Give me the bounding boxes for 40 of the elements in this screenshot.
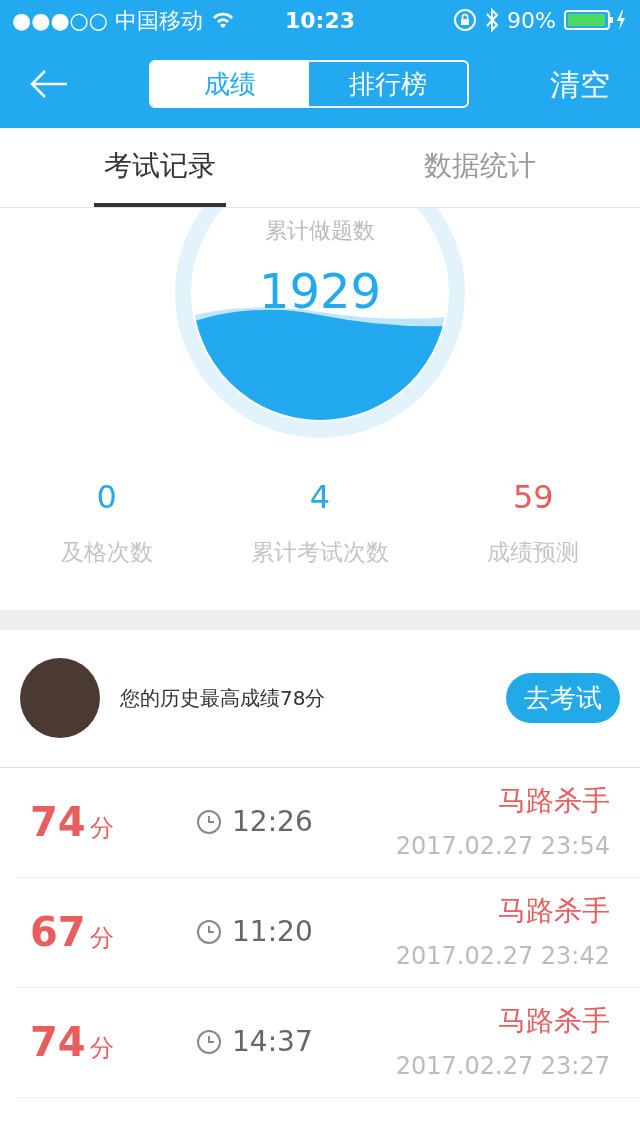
stat-value: 0 — [96, 477, 117, 518]
score-unit: 分 — [89, 813, 114, 844]
score-value: 67 — [30, 908, 86, 957]
carrier-text: ●●●○○ 中国移动 — [12, 6, 203, 35]
score-value: 74 — [30, 798, 86, 847]
duration-text: 14:37 — [232, 1024, 313, 1060]
score-value: 74 — [30, 1018, 86, 1067]
stat-label: 成绩预测 — [487, 538, 580, 567]
take-exam-button[interactable]: 去考试 — [506, 673, 620, 723]
segment-tab[interactable]: 成绩 — [151, 62, 309, 106]
wifi-icon — [211, 11, 235, 29]
battery-charging-icon — [564, 9, 628, 31]
duration-text: 11:20 — [232, 914, 313, 950]
best-score-text: 您的历史最高成绩78分 — [120, 685, 327, 712]
record-date: 2017.02.27 23:54 — [395, 831, 610, 862]
gauge-label: 累计做题数 — [265, 217, 375, 245]
record-title: 马路杀手 — [498, 783, 610, 819]
stat-label: 累计考试次数 — [251, 538, 389, 567]
duration-text: 12:26 — [232, 804, 313, 840]
score-unit: 分 — [89, 1033, 114, 1064]
stat-value: 4 — [309, 477, 331, 518]
battery-percent: 90% — [507, 6, 556, 35]
clock-icon — [196, 1029, 222, 1055]
gauge-value: 1929 — [258, 262, 382, 321]
stat-value: 59 — [512, 477, 554, 518]
segment-tab[interactable]: 排行榜 — [309, 62, 467, 106]
score-unit: 分 — [89, 923, 114, 954]
record-date: 2017.02.27 23:27 — [395, 1051, 610, 1082]
bluetooth-icon — [485, 8, 500, 32]
clock-text: 10:23 — [285, 6, 355, 35]
back-arrow-icon[interactable] — [30, 69, 68, 99]
stat-label: 及格次数 — [60, 538, 153, 567]
rotation-lock-icon — [453, 8, 478, 32]
clear-button[interactable]: 清空 — [550, 61, 610, 107]
record-title: 马路杀手 — [498, 893, 610, 929]
clock-icon — [196, 809, 222, 835]
clock-icon — [196, 919, 222, 945]
record-title: 马路杀手 — [498, 1003, 610, 1039]
record-date: 2017.02.27 23:42 — [395, 941, 610, 972]
tab[interactable]: 数据统计 — [414, 128, 546, 207]
